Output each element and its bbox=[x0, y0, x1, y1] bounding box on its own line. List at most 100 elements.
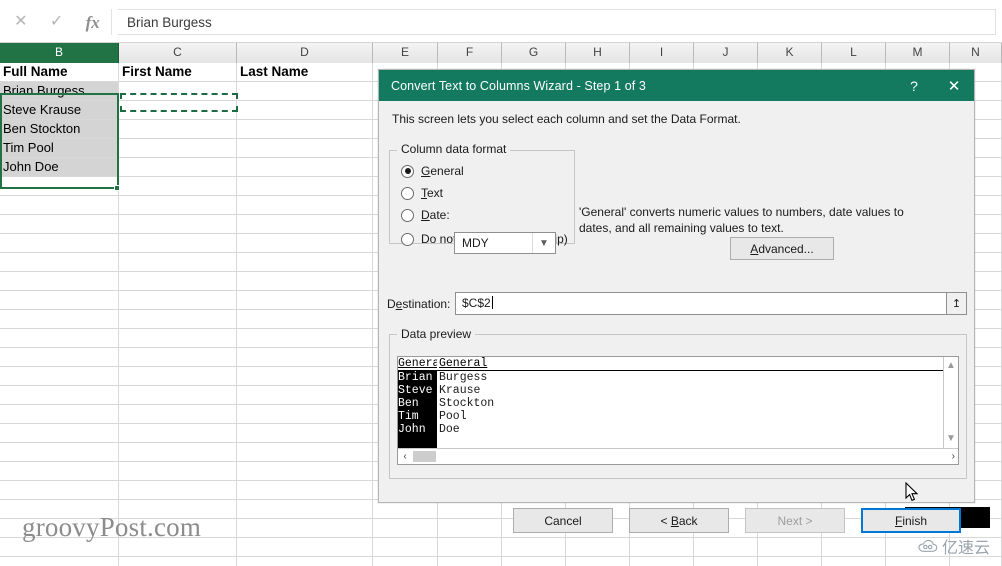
grid-cell[interactable] bbox=[237, 82, 373, 101]
grid-cell[interactable] bbox=[237, 481, 373, 500]
grid-cell[interactable] bbox=[0, 424, 119, 443]
grid-cell[interactable] bbox=[119, 386, 237, 405]
chevron-down-icon[interactable]: ▼ bbox=[532, 233, 555, 253]
chevron-right-icon[interactable]: › bbox=[952, 451, 955, 462]
grid-cell[interactable] bbox=[886, 557, 950, 566]
grid-cell[interactable] bbox=[502, 557, 566, 566]
column-header-g[interactable]: G bbox=[502, 43, 566, 63]
grid-cell[interactable] bbox=[758, 557, 822, 566]
grid-cell[interactable] bbox=[119, 101, 237, 120]
fill-handle[interactable] bbox=[114, 185, 120, 191]
grid-cell[interactable] bbox=[0, 234, 119, 253]
column-header-h[interactable]: H bbox=[566, 43, 630, 63]
grid-cell[interactable] bbox=[237, 462, 373, 481]
grid-cell[interactable] bbox=[237, 158, 373, 177]
grid-cell[interactable] bbox=[0, 367, 119, 386]
grid-cell[interactable]: John Doe bbox=[0, 158, 119, 177]
grid-cell[interactable] bbox=[0, 177, 119, 196]
grid-cell[interactable] bbox=[0, 291, 119, 310]
grid-cell[interactable] bbox=[0, 272, 119, 291]
grid-cell[interactable] bbox=[373, 538, 438, 557]
grid-cell[interactable]: Tim Pool bbox=[0, 139, 119, 158]
help-icon[interactable]: ? bbox=[894, 70, 934, 101]
grid-cell[interactable] bbox=[237, 310, 373, 329]
destination-input[interactable]: $C$2 bbox=[455, 292, 947, 315]
back-button[interactable]: < Back bbox=[629, 508, 729, 533]
grid-cell[interactable] bbox=[119, 481, 237, 500]
grid-cell[interactable] bbox=[237, 253, 373, 272]
grid-cell[interactable] bbox=[119, 158, 237, 177]
grid-cell[interactable] bbox=[822, 557, 886, 566]
grid-cell[interactable] bbox=[950, 557, 1002, 566]
grid-cell[interactable] bbox=[694, 538, 758, 557]
grid-cell[interactable] bbox=[119, 367, 237, 386]
grid-cell[interactable] bbox=[438, 538, 502, 557]
cancel-entry-icon[interactable]: ✕ bbox=[14, 14, 27, 30]
grid-cell[interactable] bbox=[566, 538, 630, 557]
grid-cell[interactable]: Full Name bbox=[0, 63, 119, 82]
grid-cell[interactable] bbox=[0, 557, 119, 566]
grid-cell[interactable] bbox=[630, 538, 694, 557]
column-header-l[interactable]: L bbox=[822, 43, 886, 63]
column-header-d[interactable]: D bbox=[237, 43, 373, 63]
grid-cell[interactable] bbox=[237, 386, 373, 405]
grid-cell[interactable] bbox=[119, 139, 237, 158]
grid-cell[interactable] bbox=[237, 139, 373, 158]
grid-cell[interactable] bbox=[0, 215, 119, 234]
data-preview-col-header-1[interactable]: General bbox=[437, 357, 943, 370]
formula-input[interactable]: Brian Burgess bbox=[118, 9, 996, 35]
grid-cell[interactable] bbox=[119, 253, 237, 272]
grid-cell[interactable] bbox=[119, 348, 237, 367]
grid-cell[interactable] bbox=[438, 557, 502, 566]
grid-cell[interactable]: First Name bbox=[119, 63, 237, 82]
grid-cell[interactable] bbox=[119, 82, 237, 101]
data-preview-col-header-0[interactable]: General bbox=[398, 357, 437, 370]
grid-cell[interactable] bbox=[119, 120, 237, 139]
grid-cell[interactable] bbox=[237, 101, 373, 120]
grid-cell[interactable] bbox=[373, 557, 438, 566]
grid-cell[interactable] bbox=[237, 405, 373, 424]
column-header-n[interactable]: N bbox=[950, 43, 1002, 63]
grid-cell[interactable] bbox=[119, 272, 237, 291]
range-picker-icon[interactable]: ↥ bbox=[947, 292, 967, 315]
grid-cell[interactable] bbox=[0, 386, 119, 405]
chevron-up-icon[interactable]: ▲ bbox=[946, 361, 956, 371]
grid-cell[interactable] bbox=[237, 329, 373, 348]
grid-cell[interactable] bbox=[237, 538, 373, 557]
grid-cell[interactable] bbox=[237, 234, 373, 253]
chevron-left-icon[interactable]: ‹ bbox=[398, 451, 412, 462]
grid-cell[interactable] bbox=[237, 291, 373, 310]
date-format-select[interactable]: MDY ▼ bbox=[454, 232, 556, 254]
scrollbar-thumb[interactable] bbox=[413, 451, 436, 462]
grid-cell[interactable] bbox=[502, 538, 566, 557]
grid-cell[interactable] bbox=[566, 557, 630, 566]
radio-text[interactable]: Text bbox=[401, 186, 443, 200]
grid-cell[interactable] bbox=[237, 424, 373, 443]
grid-cell[interactable] bbox=[119, 462, 237, 481]
chevron-down-icon[interactable]: ▼ bbox=[946, 434, 956, 444]
column-header-b[interactable]: B bbox=[0, 43, 119, 63]
grid-cell[interactable] bbox=[237, 196, 373, 215]
grid-cell[interactable] bbox=[0, 462, 119, 481]
grid-cell[interactable]: Last Name bbox=[237, 63, 373, 82]
confirm-entry-icon[interactable]: ✓ bbox=[50, 14, 63, 30]
grid-cell[interactable] bbox=[237, 215, 373, 234]
grid-cell[interactable] bbox=[630, 557, 694, 566]
data-preview-panel[interactable]: General General BrianBurgessSteveKrauseB… bbox=[397, 356, 959, 465]
column-header-c[interactable]: C bbox=[119, 43, 237, 63]
grid-cell[interactable] bbox=[237, 272, 373, 291]
grid-cell[interactable] bbox=[119, 310, 237, 329]
grid-cell[interactable] bbox=[0, 481, 119, 500]
insert-function-icon[interactable]: fx bbox=[86, 14, 100, 31]
data-preview-horizontal-scrollbar[interactable]: ‹ › bbox=[398, 448, 958, 464]
column-header-e[interactable]: E bbox=[373, 43, 438, 63]
grid-cell[interactable]: Brian Burgess bbox=[0, 82, 119, 101]
grid-cell[interactable] bbox=[0, 348, 119, 367]
grid-cell[interactable] bbox=[119, 557, 237, 566]
column-header-m[interactable]: M bbox=[886, 43, 950, 63]
grid-cell[interactable] bbox=[822, 538, 886, 557]
grid-cell[interactable] bbox=[237, 367, 373, 386]
grid-cell[interactable] bbox=[119, 234, 237, 253]
grid-cell[interactable] bbox=[119, 215, 237, 234]
cancel-button[interactable]: Cancel bbox=[513, 508, 613, 533]
